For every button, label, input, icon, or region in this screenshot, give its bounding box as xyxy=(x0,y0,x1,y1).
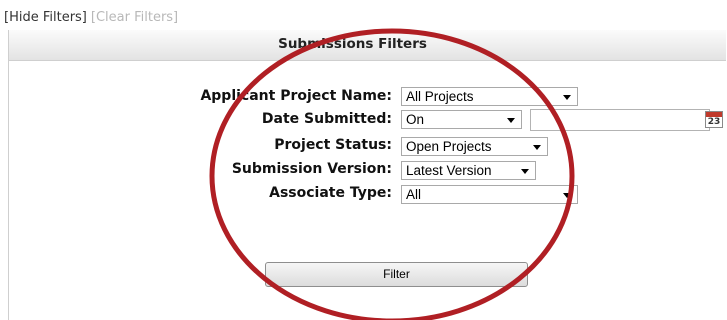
date-submitted-label: Date Submitted: xyxy=(261,111,392,127)
calendar-day: 23 xyxy=(707,117,721,127)
date-submitted-input[interactable] xyxy=(530,109,710,131)
submission-version-select[interactable]: Latest Version xyxy=(401,161,536,180)
project-status-value: Open Projects xyxy=(406,139,492,154)
applicant-project-name-value: All Projects xyxy=(406,89,474,104)
panel-header: Submissions Filters xyxy=(9,30,726,61)
panel-title: Submissions Filters xyxy=(278,36,427,52)
applicant-project-name-select[interactable]: All Projects xyxy=(401,87,578,106)
associate-type-value: All xyxy=(406,187,422,202)
submission-version-value: Latest Version xyxy=(406,163,492,178)
dropdown-arrow-icon xyxy=(533,145,541,150)
project-status-select[interactable]: Open Projects xyxy=(401,137,548,156)
date-submitted-value: On xyxy=(406,112,425,127)
associate-type-select[interactable]: All xyxy=(401,185,578,204)
calendar-icon[interactable]: 23 xyxy=(705,111,723,128)
associate-type-label: Associate Type: xyxy=(269,185,392,201)
date-submitted-select[interactable]: On xyxy=(401,110,522,129)
submission-version-label: Submission Version: xyxy=(231,161,392,177)
filter-button[interactable]: Filter xyxy=(265,262,528,287)
clear-filters-link[interactable]: [Clear Filters] xyxy=(91,10,178,25)
dropdown-arrow-icon xyxy=(563,193,571,198)
filter-links: [Hide Filters] [Clear Filters] xyxy=(4,10,178,25)
dropdown-arrow-icon xyxy=(521,169,529,174)
dropdown-arrow-icon xyxy=(507,118,515,123)
hide-filters-link[interactable]: [Hide Filters] xyxy=(4,10,87,25)
dropdown-arrow-icon xyxy=(563,95,571,100)
applicant-project-name-label: Applicant Project Name: xyxy=(200,88,392,104)
project-status-label: Project Status: xyxy=(274,137,392,153)
